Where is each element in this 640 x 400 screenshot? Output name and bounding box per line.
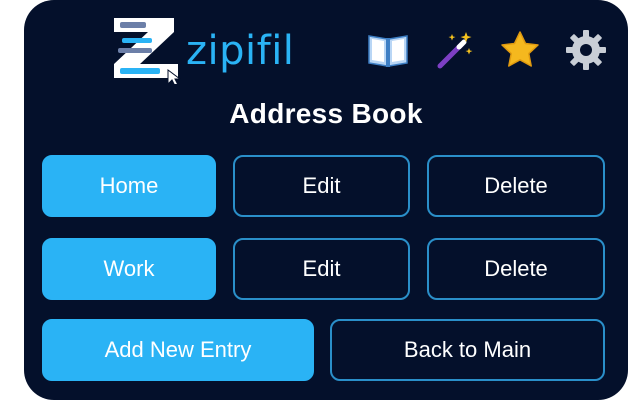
add-new-entry-button[interactable]: Add New Entry (42, 319, 314, 381)
star-icon[interactable] (498, 28, 542, 72)
header: zipifil (24, 0, 628, 90)
header-icons (366, 28, 608, 72)
edit-home-button[interactable]: Edit (233, 155, 410, 217)
magic-wand-icon[interactable] (432, 28, 476, 72)
logo-text: zipifil (186, 28, 295, 74)
edit-work-button[interactable]: Edit (233, 238, 410, 300)
zipifil-logo-mark (114, 18, 182, 87)
address-book-panel: zipifil Address Book Home Edit Delete Wo… (24, 0, 628, 400)
book-icon[interactable] (366, 28, 410, 72)
entry-home-button[interactable]: Home (42, 155, 216, 217)
back-to-main-button[interactable]: Back to Main (330, 319, 605, 381)
delete-home-button[interactable]: Delete (427, 155, 605, 217)
entry-work-button[interactable]: Work (42, 238, 216, 300)
gear-icon[interactable] (564, 28, 608, 72)
zipifil-logo[interactable]: zipifil (108, 12, 308, 87)
delete-work-button[interactable]: Delete (427, 238, 605, 300)
page-title: Address Book (229, 98, 423, 129)
